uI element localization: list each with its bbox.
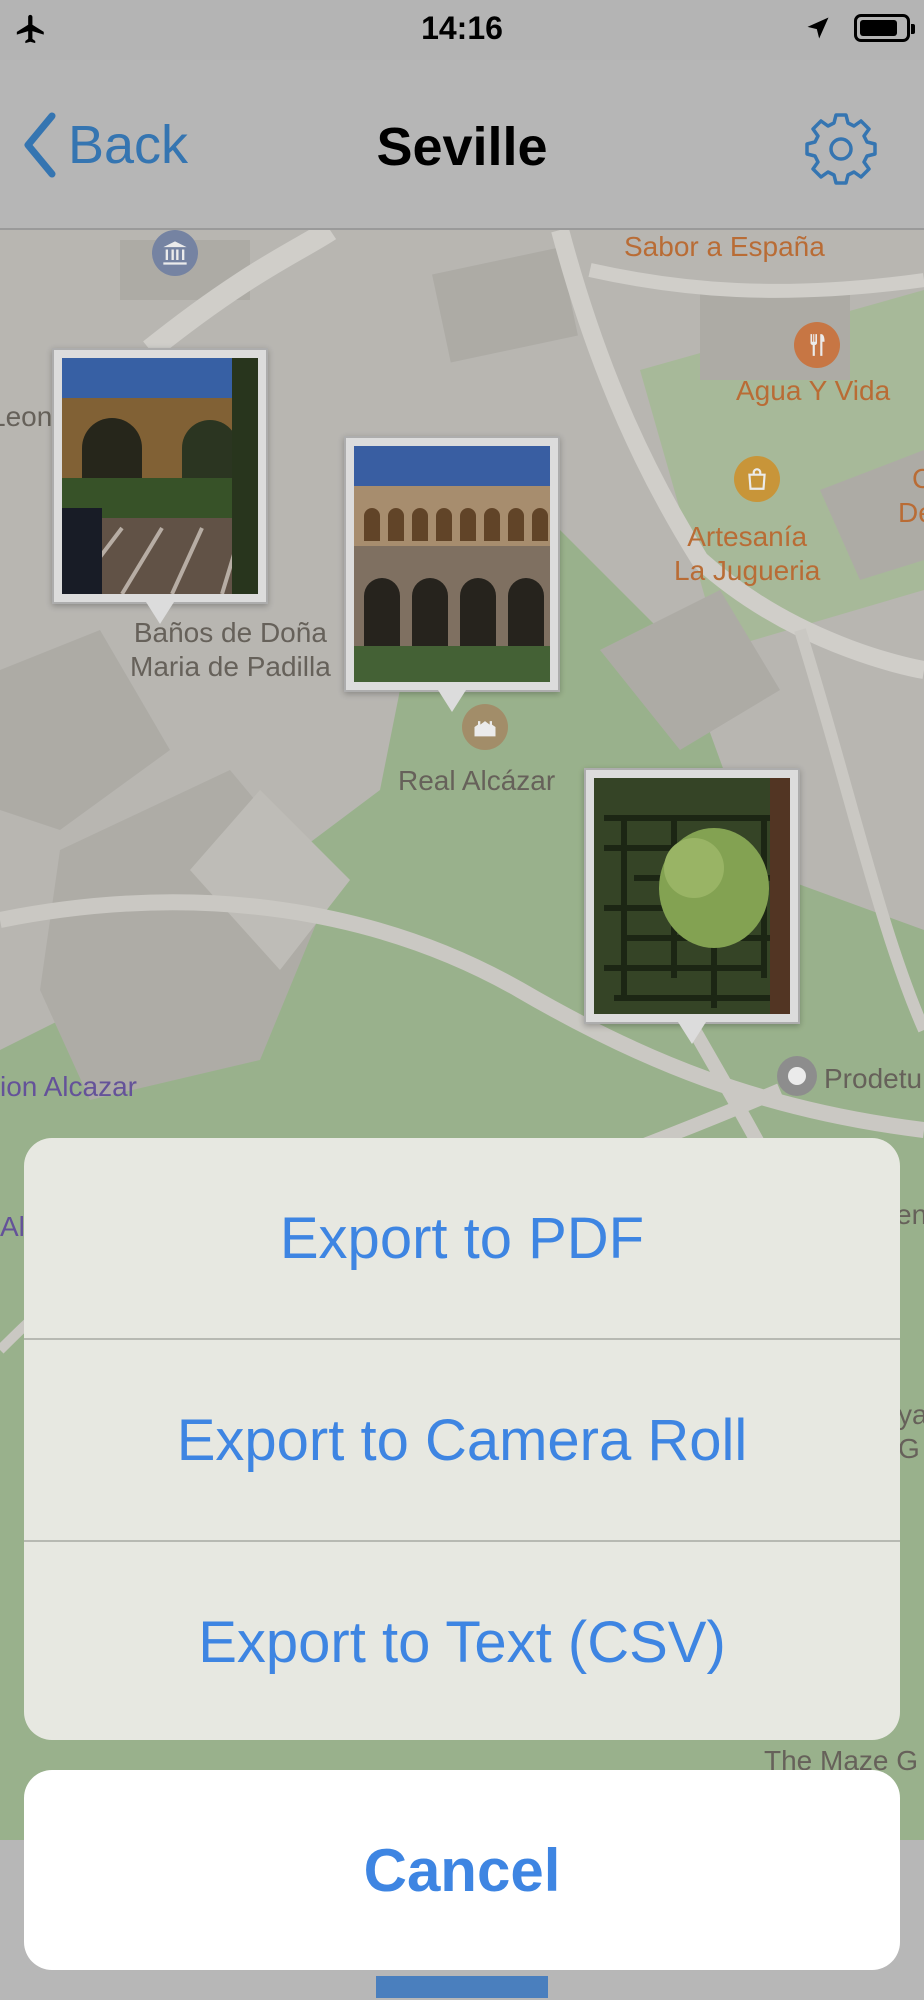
home-indicator bbox=[376, 1976, 548, 1998]
export-pdf-button[interactable]: Export to PDF bbox=[24, 1138, 900, 1338]
export-action-sheet: Export to PDF Export to Camera Roll Expo… bbox=[24, 1138, 900, 1740]
export-camera-roll-button[interactable]: Export to Camera Roll bbox=[24, 1340, 900, 1540]
export-csv-button[interactable]: Export to Text (CSV) bbox=[24, 1542, 900, 1740]
cancel-button[interactable]: Cancel bbox=[24, 1770, 900, 1970]
